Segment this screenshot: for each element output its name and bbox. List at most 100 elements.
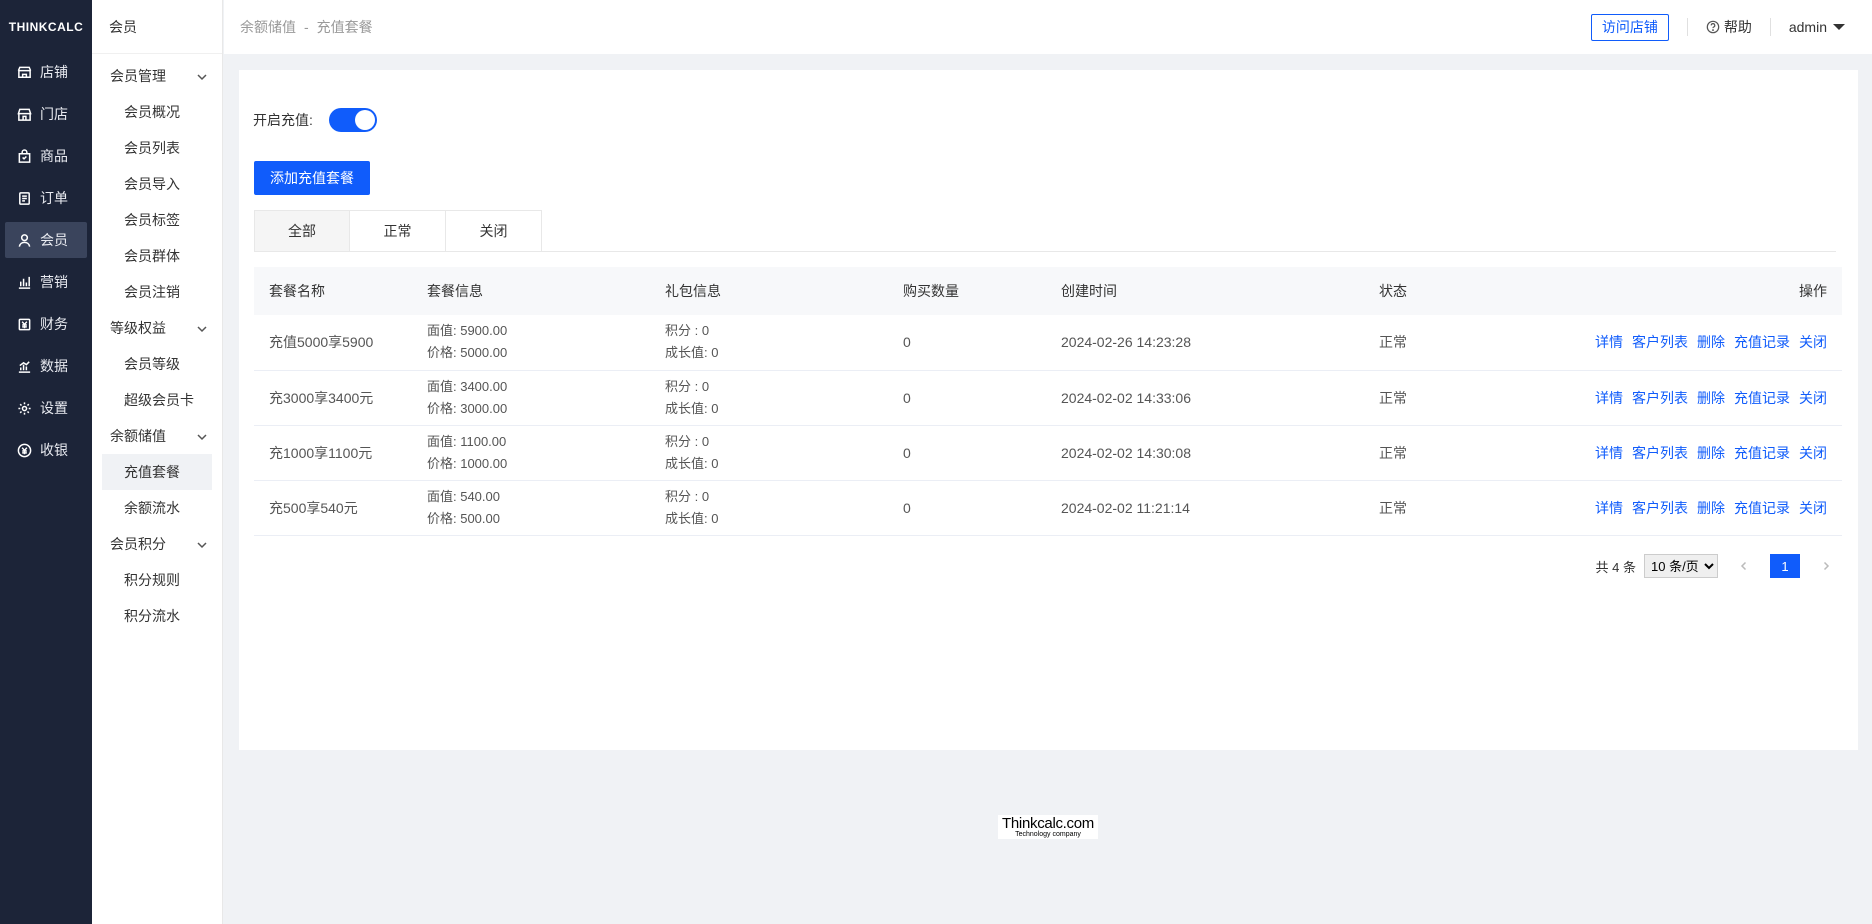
recharge-record-link[interactable]: 充值记录 [1734,334,1790,350]
subnav-group-1[interactable]: 等级权益 [92,310,222,346]
cell-actions: 详情 客户列表 删除 充值记录 关闭 [1522,370,1842,426]
footer-logo-sub: Technology company [1015,830,1081,838]
tab-closed[interactable]: 关闭 [446,210,542,252]
chevron-left-icon [1740,561,1747,571]
next-page-button[interactable] [1814,561,1838,571]
subnav-item[interactable]: 积分规则 [102,562,212,598]
close-link[interactable]: 关闭 [1799,390,1827,406]
cell-actions: 详情 客户列表 删除 充值记录 关闭 [1522,425,1842,481]
cell-gift: 积分 : 0 成长值: 0 [650,480,888,536]
table-row: 充1000享1100元 面值: 1100.00 价格: 1000.00 积分 : 0 成… [254,425,1842,481]
subnav-item[interactable]: 会员列表 [102,130,212,166]
status-tabs: 全部 正常 关闭 [254,210,1836,252]
customer-list-link[interactable]: 客户列表 [1632,334,1688,350]
user-menu[interactable]: admin [1789,19,1845,35]
price-value: 价格: 3000.00 [427,400,508,416]
nav-item-7[interactable]: 数据 [5,348,87,384]
delete-link[interactable]: 删除 [1697,445,1725,461]
nav-item-9[interactable]: 收银 [5,432,87,468]
nav-item-label: 数据 [40,358,68,374]
nav-item-0[interactable]: 店铺 [5,54,87,90]
detail-link[interactable]: 详情 [1595,334,1623,350]
face-value: 面值: 540.00 [427,488,500,504]
subnav-group-2[interactable]: 余额储值 [92,418,222,454]
user-icon [16,232,32,248]
recharge-record-link[interactable]: 充值记录 [1734,445,1790,461]
pagination: 共 4 条 10 条/页 1 [1596,554,1838,578]
detail-link[interactable]: 详情 [1595,500,1623,516]
close-link[interactable]: 关闭 [1799,500,1827,516]
tab-normal[interactable]: 正常 [350,210,446,252]
col-header-name: 套餐名称 [254,267,412,315]
add-package-button[interactable]: 添加充值套餐 [254,161,370,195]
subnav-group-3[interactable]: 会员积分 [92,526,222,562]
cell-created: 2024-02-26 14:23:28 [1046,315,1364,371]
prev-page-button[interactable] [1732,561,1756,571]
chevron-down-icon [196,322,208,334]
data-icon [16,358,32,374]
nav-item-4[interactable]: 会员 [5,222,87,258]
recharge-record-link[interactable]: 充值记录 [1734,500,1790,516]
cell-qty: 0 [888,480,1046,536]
nav-item-6[interactable]: 财务 [5,306,87,342]
nav-item-label: 订单 [40,190,68,206]
nav-item-5[interactable]: 营销 [5,264,87,300]
table-row: 充3000享3400元 面值: 3400.00 价格: 3000.00 积分 : 0 成… [254,370,1842,426]
cell-name: 充1000享1100元 [254,425,412,481]
shop-icon [16,106,32,122]
subnav-item[interactable]: 会员概况 [102,94,212,130]
subnav-item[interactable]: 余额流水 [102,490,212,526]
detail-link[interactable]: 详情 [1595,445,1623,461]
brand-logo: THINKCALC [8,20,84,34]
nav-item-1[interactable]: 门店 [5,96,87,132]
cell-status: 正常 [1364,480,1522,536]
points-value: 积分 : 0 [665,488,710,504]
nav-item-2[interactable]: 商品 [5,138,87,174]
page-number-current[interactable]: 1 [1770,554,1800,578]
page-size-select[interactable]: 10 条/页 [1644,554,1718,578]
order-icon [16,190,32,206]
tab-all[interactable]: 全部 [254,210,350,252]
nav-item-label: 财务 [40,316,68,332]
delete-link[interactable]: 删除 [1697,500,1725,516]
finance-icon [16,316,32,332]
growth-value: 成长值: 0 [665,455,719,471]
main-nav: THINKCALC 店铺门店商品订单会员营销财务数据设置收银 [0,0,92,924]
subnav-item[interactable]: 会员导入 [102,166,212,202]
customer-list-link[interactable]: 客户列表 [1632,500,1688,516]
package-table: 套餐名称 套餐信息 礼包信息 购买数量 创建时间 状态 操作 充值5000享59… [254,267,1842,536]
cell-name: 充3000享3400元 [254,370,412,426]
subnav-item[interactable]: 会员标签 [102,202,212,238]
breadcrumb-separator: - [304,19,309,35]
visit-store-button[interactable]: 访问店铺 [1590,13,1669,41]
col-header-status: 状态 [1364,267,1522,315]
recharge-switch[interactable] [328,108,377,132]
recharge-record-link[interactable]: 充值记录 [1734,390,1790,406]
subnav-group-label: 余额储值 [110,428,166,444]
delete-link[interactable]: 删除 [1697,334,1725,350]
header-divider [1769,18,1771,36]
close-link[interactable]: 关闭 [1799,445,1827,461]
help-link[interactable]: 帮助 [1706,17,1752,37]
switch-knob [354,110,375,130]
subnav-item[interactable]: 会员群体 [102,238,212,274]
customer-list-link[interactable]: 客户列表 [1632,445,1688,461]
cell-gift: 积分 : 0 成长值: 0 [650,425,888,481]
detail-link[interactable]: 详情 [1595,390,1623,406]
subnav-group-label: 会员管理 [110,68,166,84]
subnav-item[interactable]: 会员等级 [102,346,212,382]
close-link[interactable]: 关闭 [1799,334,1827,350]
customer-list-link[interactable]: 客户列表 [1632,390,1688,406]
nav-item-3[interactable]: 订单 [5,180,87,216]
delete-link[interactable]: 删除 [1697,390,1725,406]
subnav-item[interactable]: 积分流水 [102,598,212,634]
subnav-item[interactable]: 会员注销 [102,274,212,310]
subnav-group-0[interactable]: 会员管理 [92,58,222,94]
cell-status: 正常 [1364,370,1522,426]
nav-item-8[interactable]: 设置 [5,390,87,426]
subnav-item[interactable]: 超级会员卡 [102,382,212,418]
help-icon [1706,20,1720,34]
breadcrumb-item-balance[interactable]: 余额储值 [240,19,296,35]
cell-created: 2024-02-02 14:30:08 [1046,425,1364,481]
subnav-item[interactable]: 充值套餐 [102,454,212,490]
